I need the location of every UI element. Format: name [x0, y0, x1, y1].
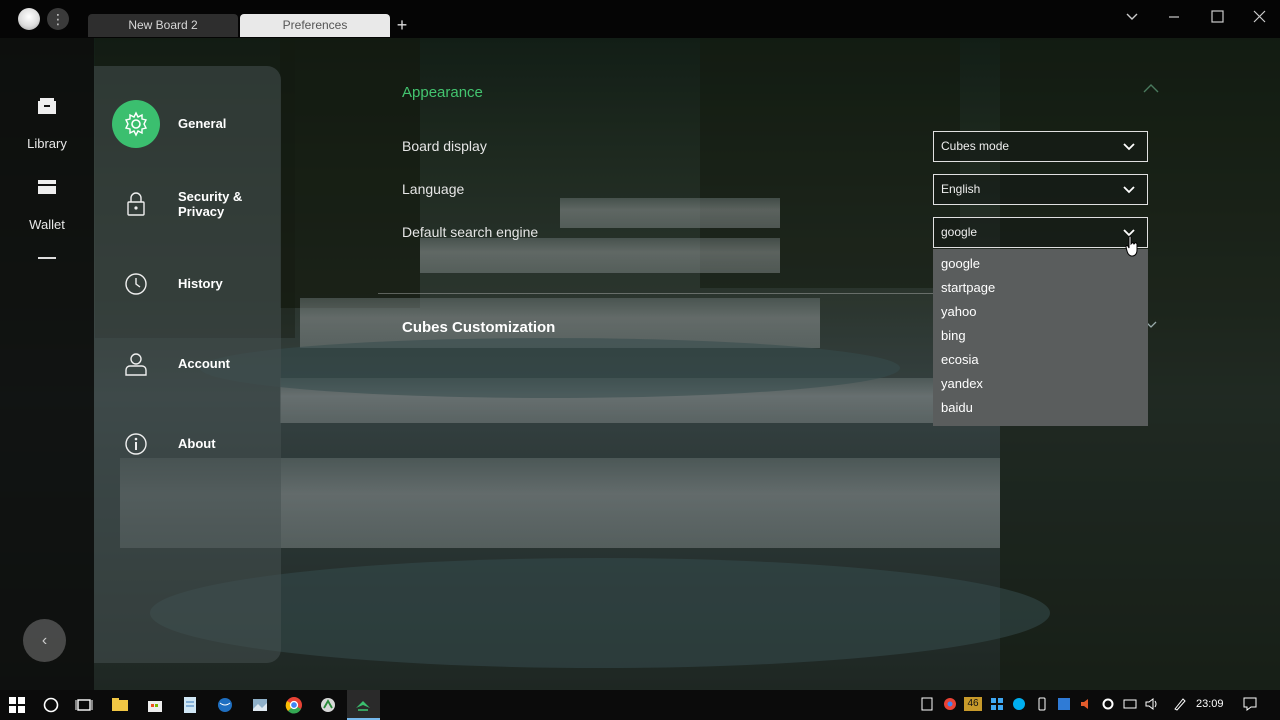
select-value: google: [941, 225, 978, 239]
info-icon: [112, 420, 160, 468]
chevron-up-icon[interactable]: [1142, 82, 1160, 94]
windows-start-icon[interactable]: [7, 695, 27, 715]
user-icon: [112, 340, 160, 388]
chevron-down-icon: [1123, 143, 1135, 151]
label-line-1: Security &: [178, 189, 243, 204]
board-display-select[interactable]: Cubes mode: [933, 131, 1148, 162]
maximize-button[interactable]: [1204, 6, 1230, 28]
option-ecosia[interactable]: ecosia: [933, 348, 1148, 372]
tab-new-board-2[interactable]: New Board 2: [88, 14, 238, 37]
select-value: English: [941, 182, 981, 196]
sidebar-item-wallet[interactable]: Wallet: [0, 177, 94, 232]
board-display-label: Board display: [402, 138, 487, 154]
close-button[interactable]: [1246, 6, 1272, 28]
section-title-cubes-customization: Cubes Customization: [402, 319, 556, 336]
search-engine-select[interactable]: google: [933, 217, 1148, 248]
tray-badge[interactable]: 46: [964, 697, 982, 711]
pen-icon[interactable]: [1173, 697, 1187, 711]
title-bar: ⋮ New Board 2 Preferences +: [0, 0, 1280, 38]
option-yandex[interactable]: yandex: [933, 372, 1148, 396]
board-browser-icon[interactable]: [353, 695, 373, 715]
search-engine-label: Default search engine: [402, 224, 539, 240]
clock[interactable]: 23:09: [1196, 698, 1224, 710]
gear-tray-icon[interactable]: [1101, 697, 1115, 711]
option-google[interactable]: google: [933, 252, 1148, 276]
notification-icon[interactable]: [1242, 696, 1258, 712]
app-icon[interactable]: [318, 695, 338, 715]
collapse-sidebar-button[interactable]: ‹: [23, 619, 66, 662]
chevron-down-icon: [1123, 186, 1135, 194]
avatar[interactable]: [18, 8, 40, 30]
language-label: Language: [402, 181, 465, 197]
settings-item-label: About: [178, 436, 216, 451]
settings-item-label: History: [178, 276, 223, 291]
minimize-button[interactable]: [1161, 6, 1187, 28]
option-baidu[interactable]: baidu: [933, 396, 1148, 420]
task-view-icon[interactable]: [74, 695, 94, 715]
speaker-app-icon[interactable]: [1079, 697, 1093, 711]
label-line-2: Privacy: [178, 204, 225, 219]
option-yahoo[interactable]: yahoo: [933, 300, 1148, 324]
main-area: Library Wallet ‹ General Security & Priv…: [0, 38, 1280, 690]
tab-preferences[interactable]: Preferences: [240, 14, 390, 37]
globe-app-icon[interactable]: [215, 695, 235, 715]
network-app-icon[interactable]: [1057, 697, 1071, 711]
settings-item-label: Security & Privacy: [178, 189, 242, 219]
usb-icon[interactable]: [1035, 697, 1049, 711]
file-explorer-icon[interactable]: [110, 695, 130, 715]
select-value: Cubes mode: [941, 139, 1010, 153]
settings-item-about[interactable]: About: [112, 420, 277, 468]
settings-item-history[interactable]: History: [112, 260, 277, 308]
add-tab-button[interactable]: +: [392, 15, 412, 35]
photos-icon[interactable]: [250, 695, 270, 715]
skype-icon[interactable]: [1012, 697, 1026, 711]
clock-icon: [112, 260, 160, 308]
lock-icon: [112, 180, 160, 228]
wifi-icon[interactable]: [1123, 697, 1137, 711]
sidebar-item-label: Wallet: [29, 217, 65, 232]
search-engine-dropdown: google startpage yahoo bing ecosia yande…: [933, 249, 1148, 426]
chrome-icon[interactable]: [284, 695, 304, 715]
option-bing[interactable]: bing: [933, 324, 1148, 348]
settings-item-general[interactable]: General: [112, 100, 277, 148]
settings-nav: General Security & Privacy History Accou…: [94, 66, 281, 663]
store-icon[interactable]: [145, 695, 165, 715]
tab-label: New Board 2: [128, 18, 198, 32]
gear-icon: [112, 100, 160, 148]
volume-icon[interactable]: [1144, 697, 1158, 711]
more-menu-icon[interactable]: ⋮: [47, 8, 69, 30]
option-startpage[interactable]: startpage: [933, 276, 1148, 300]
library-icon: [38, 98, 56, 114]
windows-tray-icon[interactable]: [990, 697, 1004, 711]
tab-label: Preferences: [282, 18, 348, 32]
tablet-icon[interactable]: [920, 697, 934, 711]
settings-item-label: General: [178, 116, 227, 131]
chrome-tray-icon[interactable]: [943, 697, 957, 711]
taskbar: 46 23:09: [0, 690, 1280, 720]
settings-item-account[interactable]: Account: [112, 340, 277, 388]
notes-icon[interactable]: [180, 695, 200, 715]
app-sidebar: Library Wallet ‹: [0, 38, 94, 690]
hand-cursor-icon: [1125, 235, 1138, 257]
language-select[interactable]: English: [933, 174, 1148, 205]
search-circle-icon[interactable]: [41, 695, 61, 715]
sidebar-divider: [38, 257, 56, 259]
chevron-down-icon[interactable]: [1119, 6, 1145, 28]
sidebar-item-library[interactable]: Library: [0, 96, 94, 151]
settings-item-security[interactable]: Security & Privacy: [112, 180, 277, 228]
wallet-icon: [38, 180, 56, 194]
section-title-appearance: Appearance: [402, 84, 483, 101]
settings-item-label: Account: [178, 356, 230, 371]
sidebar-item-label: Library: [27, 136, 67, 151]
